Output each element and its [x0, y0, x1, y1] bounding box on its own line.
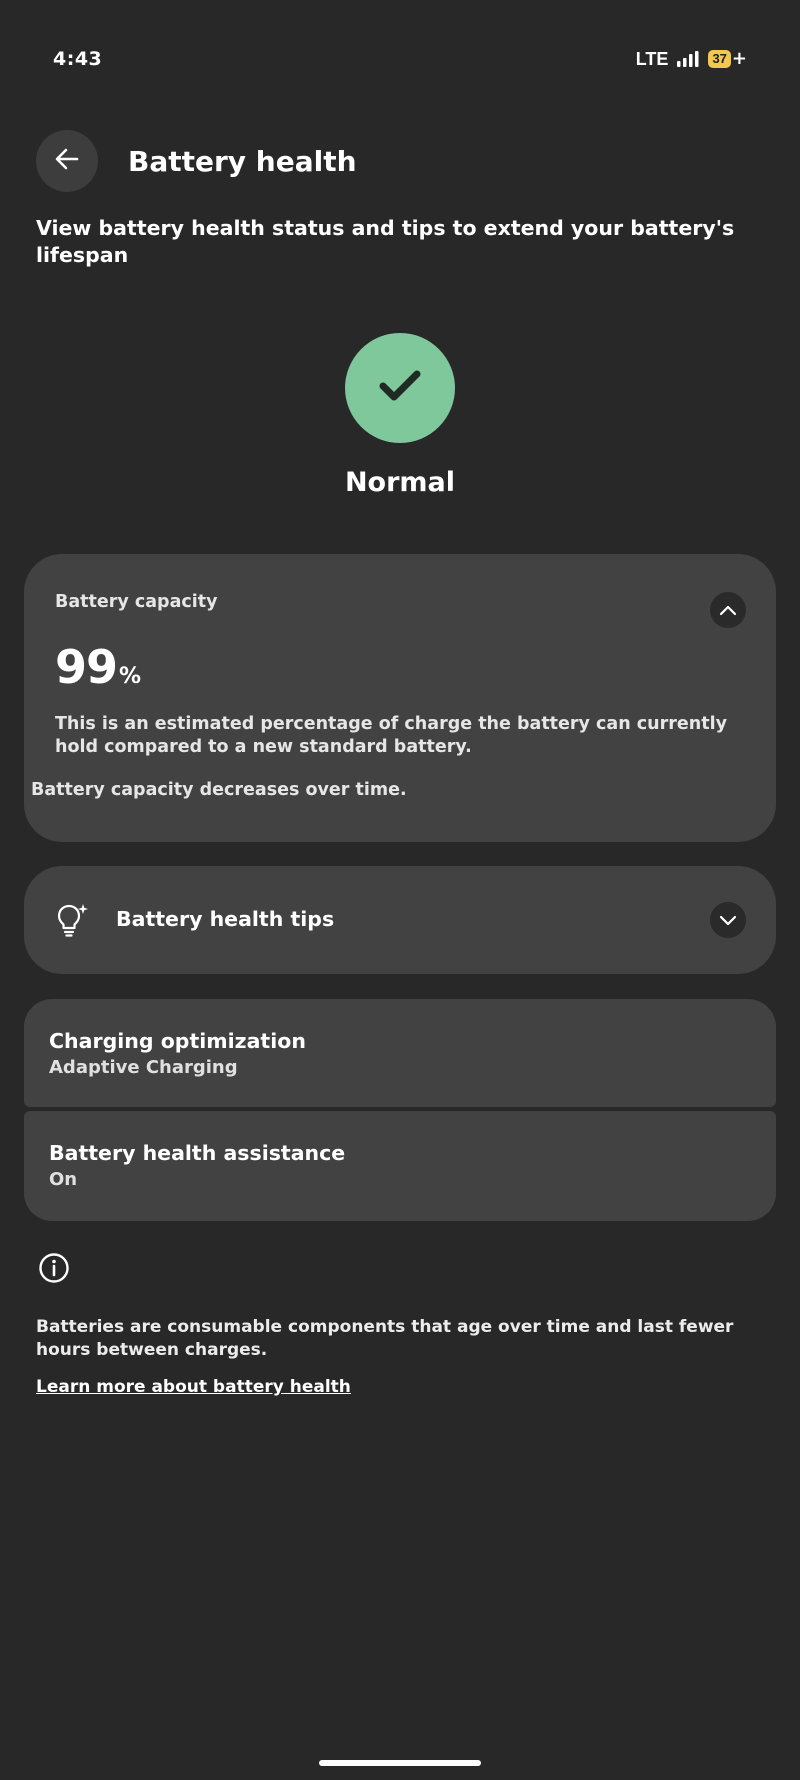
app-header: Battery health [36, 130, 357, 192]
network-type: LTE [635, 48, 669, 69]
signal-icon [676, 50, 700, 68]
capacity-value: 99 % [55, 640, 141, 694]
health-status-label: Normal [344, 467, 456, 498]
setting-subtitle: On [49, 1169, 78, 1190]
lightbulb-sparkle-icon [54, 902, 90, 942]
collapse-capacity-button[interactable] [710, 592, 746, 628]
back-button[interactable] [36, 130, 98, 192]
chevron-up-icon [719, 601, 737, 620]
capacity-note: Battery capacity decreases over time. [31, 780, 407, 800]
capacity-number: 99 [55, 640, 118, 694]
setting-charging-optimization[interactable]: Charging optimization Adaptive Charging [24, 999, 776, 1107]
status-time: 4:43 [53, 48, 103, 70]
setting-title: Charging optimization [49, 1029, 306, 1053]
charging-icon: + [731, 48, 747, 69]
battery-health-tips-card[interactable]: Battery health tips [24, 866, 776, 974]
setting-title: Battery health assistance [49, 1141, 346, 1165]
expand-tips-button[interactable] [710, 902, 746, 938]
arrow-left-icon [53, 145, 81, 177]
battery-icon: 37 + [708, 50, 747, 68]
status-bar: 4:43 LTE 37 + [0, 0, 800, 120]
page-subtitle: View battery health status and tips to e… [36, 216, 735, 267]
footer-info-text: Batteries are consumable components that… [36, 1317, 734, 1360]
setting-battery-health-assistance[interactable]: Battery health assistance On [24, 1111, 776, 1221]
checkmark-icon [378, 369, 422, 407]
setting-subtitle: Adaptive Charging [49, 1057, 238, 1078]
home-indicator[interactable] [319, 1760, 481, 1766]
capacity-label: Battery capacity [55, 592, 218, 612]
tips-label: Battery health tips [116, 907, 335, 931]
learn-more-link[interactable]: Learn more about battery health [36, 1377, 351, 1397]
capacity-unit: % [119, 664, 142, 689]
capacity-description: This is an estimated percentage of charg… [55, 714, 727, 757]
chevron-down-icon [719, 911, 737, 930]
page-title: Battery health [128, 144, 357, 178]
status-indicator [345, 333, 455, 443]
info-icon [38, 1252, 70, 1288]
battery-level: 37 [708, 50, 731, 68]
status-indicators: LTE 37 + [636, 46, 747, 72]
